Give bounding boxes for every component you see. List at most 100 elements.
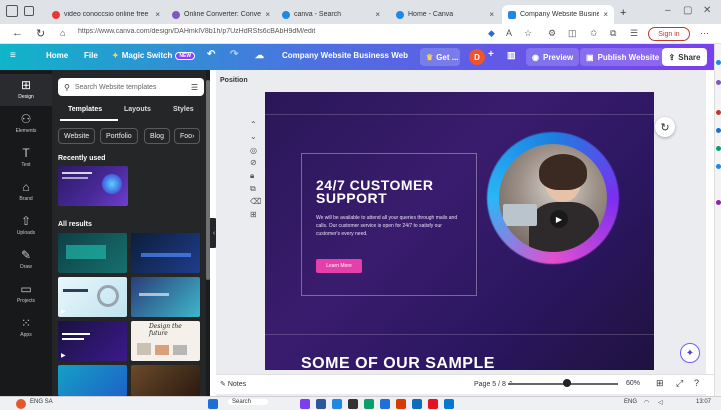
taskbar-app-icon[interactable] — [428, 399, 438, 409]
browser-tab-0[interactable]: video conoccsio online free × — [46, 5, 166, 24]
taskbar-search[interactable]: Search — [228, 399, 268, 405]
delete-page-icon[interactable]: ⌫ — [250, 197, 261, 206]
refresh-icon[interactable]: ↻ — [36, 27, 45, 40]
collections-icon[interactable]: ⧉ — [610, 28, 616, 39]
taskbar-app-icon[interactable] — [412, 399, 422, 409]
favorites-icon[interactable]: ✩ — [590, 28, 598, 39]
template-thumb[interactable]: Design the future — [131, 321, 200, 361]
language-indicator[interactable]: ENG — [624, 399, 637, 405]
chip-blog[interactable]: Blog — [144, 128, 171, 144]
template-search-input[interactable]: ⚲ Search Website templates ☰ — [58, 78, 204, 96]
template-thumb[interactable] — [131, 365, 200, 396]
redo-icon[interactable]: ↷ — [230, 49, 238, 60]
minimize-icon[interactable]: – — [665, 5, 671, 16]
rail-item-text[interactable]: T Text — [0, 142, 52, 174]
position-label[interactable]: Position — [220, 77, 248, 84]
file-menu-button[interactable]: File — [84, 51, 98, 60]
rail-item-apps[interactable]: ⁙ Apps — [0, 312, 52, 344]
support-agent-photo[interactable] — [499, 144, 607, 252]
template-thumb[interactable]: ▶ — [58, 321, 127, 361]
taskbar-app-icon[interactable] — [316, 399, 326, 409]
chip-food[interactable]: Foo › — [174, 128, 201, 144]
undo-icon[interactable]: ↶ — [207, 49, 215, 60]
add-collaborator-icon[interactable]: + — [488, 49, 494, 60]
sidebar-office-icon[interactable] — [716, 146, 721, 151]
template-thumb[interactable] — [131, 233, 200, 273]
grid-view-icon[interactable]: ⊞ — [656, 378, 664, 389]
document-title[interactable]: Company Website Business Website l... — [282, 51, 408, 60]
feedback-icon[interactable]: ☰ — [630, 28, 638, 39]
close-tab-icon[interactable]: × — [265, 10, 270, 19]
close-tab-icon[interactable]: × — [489, 10, 494, 19]
tab-actions-icon[interactable] — [24, 6, 34, 16]
recent-template-thumb[interactable] — [58, 166, 128, 206]
taskbar-app-icon[interactable] — [364, 399, 374, 409]
rail-item-projects[interactable]: ▭ Projects — [0, 278, 52, 310]
tab-templates[interactable]: Templates — [68, 106, 102, 113]
sidebar-search-icon[interactable] — [716, 60, 721, 65]
chip-website[interactable]: Website — [58, 128, 96, 144]
browser-tab-4[interactable]: Company Website Business Web × — [502, 5, 614, 24]
duplicate-page-icon[interactable]: ⧉ — [250, 184, 256, 194]
avatar[interactable]: D — [469, 49, 485, 65]
template-thumb[interactable] — [131, 277, 200, 317]
back-icon[interactable]: ← — [12, 27, 23, 39]
slide-title[interactable]: 24/7 CUSTOMER SUPPORT — [316, 178, 434, 205]
share-button[interactable]: ⇪ Share — [662, 48, 707, 66]
sidebar-games-icon[interactable] — [716, 128, 721, 133]
rail-item-brand[interactable]: ⌂ Brand — [0, 176, 52, 208]
close-tab-icon[interactable]: × — [375, 10, 380, 19]
sidebar-outlook-icon[interactable] — [716, 164, 721, 169]
chip-portfolio[interactable]: Portfolio — [100, 128, 138, 144]
rail-item-design[interactable]: ⊞ Design — [0, 74, 52, 106]
rail-item-uploads[interactable]: ⇧ Uploads — [0, 210, 52, 242]
maximize-icon[interactable]: ▢ — [683, 5, 692, 16]
close-tab-icon[interactable]: × — [603, 10, 608, 19]
volume-icon[interactable]: ◁ — [658, 399, 663, 406]
browser-tab-1[interactable]: Online Converter: Convert imag × — [166, 5, 276, 24]
learn-more-button[interactable]: Learn More — [316, 259, 362, 273]
sign-in-button[interactable]: Sign in — [648, 27, 690, 41]
extensions-icon[interactable]: ⚙ — [548, 28, 556, 39]
insights-chart-icon[interactable]: ▥ — [507, 50, 516, 61]
get-pro-button[interactable]: ♛ Get ... — [420, 48, 460, 66]
refresh-design-icon[interactable]: ↻ — [655, 117, 675, 137]
publish-website-button[interactable]: ▣ Publish Website — [580, 48, 666, 66]
weather-icon[interactable] — [16, 399, 26, 409]
lock-icon[interactable]: ⌂ — [60, 28, 65, 38]
notes-button[interactable]: ✎ Notes — [220, 380, 246, 388]
taskbar-app-icon[interactable] — [380, 399, 390, 409]
rail-item-elements[interactable]: ⚇ Elements — [0, 108, 52, 140]
taskbar-app-icon[interactable] — [300, 399, 310, 409]
favorite-star-icon[interactable]: ☆ — [524, 28, 532, 39]
hamburger-menu-icon[interactable]: ≡ — [10, 50, 16, 61]
fullscreen-icon[interactable]: ⤢ — [676, 378, 683, 389]
rail-item-draw[interactable]: ✎ Draw — [0, 244, 52, 276]
taskbar-app-icon[interactable] — [332, 399, 342, 409]
hide-page-icon[interactable]: ⊘ — [250, 158, 257, 167]
preview-button[interactable]: ◉ Preview — [526, 48, 580, 66]
close-tab-icon[interactable]: × — [155, 10, 160, 19]
tab-styles[interactable]: Styles — [173, 106, 194, 113]
template-thumb[interactable]: ▶ — [58, 277, 127, 317]
browser-tab-2[interactable]: canva - Search × — [276, 5, 386, 24]
profile-icon[interactable] — [6, 5, 18, 17]
wifi-icon[interactable]: ◠ — [644, 399, 649, 406]
sidebar-tools-icon[interactable] — [716, 110, 721, 115]
lock-page-icon[interactable]: 🔒︎ — [250, 171, 254, 181]
sample-heading[interactable]: SOME OF OUR SAMPLE — [301, 355, 495, 373]
help-icon[interactable]: ? — [694, 378, 699, 388]
browser-tab-3[interactable]: Home - Canva × — [390, 5, 500, 24]
taskbar-app-icon[interactable] — [348, 399, 358, 409]
template-thumb[interactable] — [58, 233, 127, 273]
close-window-icon[interactable]: ✕ — [703, 5, 711, 16]
new-tab-button[interactable]: + — [620, 7, 626, 19]
eye-hide-icon[interactable]: ◎ — [250, 146, 257, 155]
template-thumb[interactable] — [58, 365, 127, 396]
taskbar-app-icon[interactable] — [444, 399, 454, 409]
more-menu-icon[interactable]: ⋯ — [700, 28, 709, 39]
zoom-slider-handle[interactable] — [563, 379, 571, 387]
video-play-icon[interactable]: ▶ — [550, 210, 568, 228]
sidebar-copilot-icon[interactable] — [716, 80, 721, 85]
split-screen-icon[interactable]: ◫ — [568, 28, 577, 39]
